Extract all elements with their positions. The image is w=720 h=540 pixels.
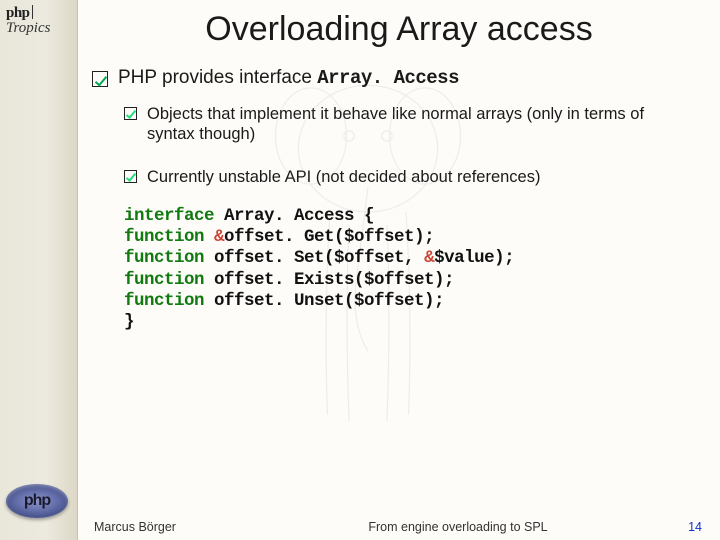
lead-mono: Array. Access: [317, 67, 459, 89]
footer: Marcus Börger From engine overloading to…: [78, 520, 720, 534]
footer-page-number: 14: [662, 520, 702, 534]
slide-title: Overloading Array access: [78, 0, 720, 63]
sub-bullets: Objects that implement it behave like no…: [78, 100, 720, 206]
code-line: interface Array. Access {: [124, 206, 720, 227]
brand-top: php Tropics: [6, 4, 50, 37]
footer-talk-title: From engine overloading to SPL: [254, 520, 662, 534]
check-icon: [124, 107, 137, 120]
code-line: function offset. Exists($offset);: [124, 270, 720, 291]
check-icon: [92, 71, 108, 87]
slide-content: Overloading Array access PHP provides in…: [78, 0, 720, 540]
lead-text: PHP provides interface Array. Access: [118, 67, 459, 90]
footer-author: Marcus Börger: [94, 520, 254, 534]
code-line: function &offset. Get($offset);: [124, 227, 720, 248]
bullet-text: Objects that implement it behave like no…: [147, 104, 692, 145]
php-logo-text: php: [24, 492, 50, 510]
list-item: Currently unstable API (not decided abou…: [124, 163, 692, 206]
brand-word: php: [6, 5, 30, 21]
lead-pre: PHP provides interface: [118, 67, 317, 88]
bullet-text: Currently unstable API (not decided abou…: [147, 167, 540, 188]
sidebar: php Tropics php: [0, 0, 78, 540]
code-line: function offset. Set($offset, &$value);: [124, 248, 720, 269]
code-line: function offset. Unset($offset);: [124, 291, 720, 312]
lead-bullet: PHP provides interface Array. Access: [78, 63, 720, 100]
list-item: Objects that implement it behave like no…: [124, 100, 692, 163]
check-icon: [124, 170, 137, 183]
brand-sub: Tropics: [6, 20, 50, 37]
php-logo-icon: php: [6, 484, 68, 518]
code-block: interface Array. Access { function &offs…: [78, 206, 720, 334]
code-line: }: [124, 312, 720, 333]
